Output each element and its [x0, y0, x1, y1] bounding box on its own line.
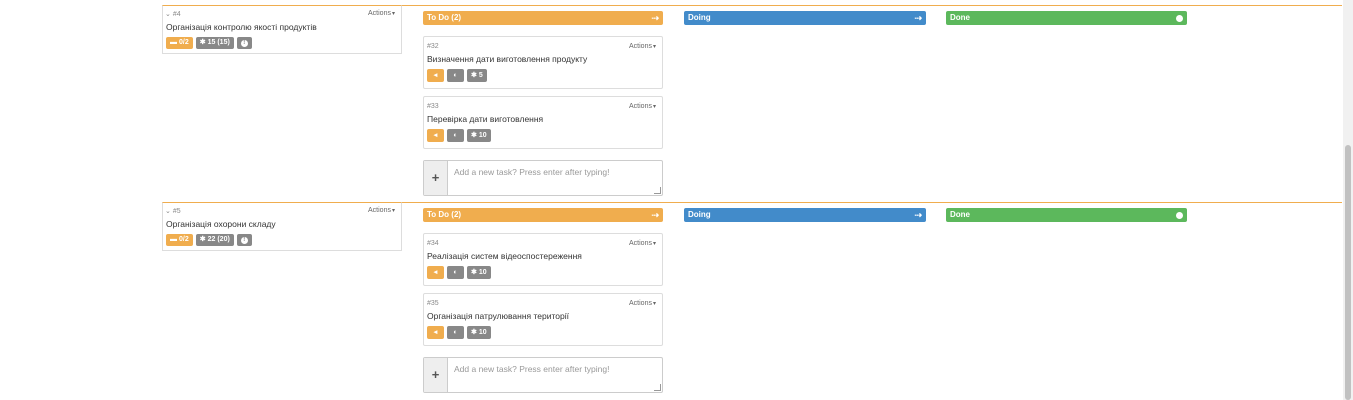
info-badge[interactable]: ! [236, 37, 252, 49]
caret-down-icon: ▾ [652, 241, 656, 247]
task-badges: ◂ ◐ ✱ 10 [427, 129, 491, 142]
task-actions-dropdown[interactable]: Actions▾ [629, 300, 656, 307]
half-circle-icon[interactable]: ◐ [447, 129, 464, 142]
task-card[interactable]: #35 Actions▾ Організація патрулювання те… [423, 293, 663, 346]
gear-icon: ✱ [471, 132, 477, 139]
task-actions-dropdown[interactable]: Actions▾ [629, 103, 656, 110]
arrow-left-icon[interactable]: ◂ [427, 129, 444, 142]
story-number: ⌄ #4 [165, 11, 181, 18]
task-badges: ◂ ◐ ✱ 10 [427, 266, 491, 279]
task-card[interactable]: #32 Actions▾ Визначення дати виготовленн… [423, 36, 663, 89]
column-header-done: Done [946, 11, 1187, 25]
half-circle-icon[interactable]: ◐ [447, 326, 464, 339]
caret-down-icon: ▾ [652, 301, 656, 307]
circle-icon[interactable] [1176, 212, 1183, 219]
arrow-left-icon[interactable]: ◂ [427, 266, 444, 279]
resize-handle[interactable] [654, 384, 661, 391]
task-title[interactable]: Перевірка дати виготовлення [427, 114, 543, 124]
story-actions-dropdown[interactable]: Actions▾ [368, 207, 395, 214]
gear-icon: ✱ [471, 269, 477, 276]
caret-down-icon: ▾ [652, 104, 656, 110]
story-title[interactable]: Організація контролю якості продуктів [166, 22, 317, 32]
gear-icon: ✱ [199, 236, 206, 243]
story-actions-dropdown[interactable]: Actions▾ [368, 10, 395, 17]
resize-handle[interactable] [654, 187, 661, 194]
gear-icon: ✱ [471, 72, 477, 79]
info-icon: ! [240, 236, 248, 244]
task-title[interactable]: Організація патрулювання території [427, 311, 569, 321]
scrollbar-thumb[interactable] [1345, 145, 1351, 400]
half-circle-icon[interactable]: ◐ [447, 69, 464, 82]
gear-icon: ✱ [471, 329, 477, 336]
column-header-todo: To Do (2) ⇢ [423, 11, 663, 25]
card-icon: ▬ [170, 39, 177, 46]
story-number: ⌄ #5 [165, 208, 181, 215]
task-number: #32 [427, 43, 439, 50]
arrow-right-icon[interactable]: ⇢ [914, 208, 922, 222]
plus-icon[interactable]: + [424, 358, 448, 392]
half-circle-icon[interactable]: ◐ [447, 266, 464, 279]
column-header-doing: Doing ⇢ [684, 11, 926, 25]
chevron-down-icon[interactable]: ⌄ [165, 208, 171, 215]
tasks-count-badge[interactable]: ▬ 0/2 [166, 37, 193, 49]
story-badges: ▬ 0/2 ✱ 15 (15) ! [166, 37, 252, 49]
arrow-right-icon[interactable]: ⇢ [651, 11, 659, 25]
info-icon: ! [240, 39, 248, 47]
points-badge[interactable]: ✱ 10 [467, 326, 491, 339]
arrow-left-icon[interactable]: ◂ [427, 69, 444, 82]
add-task-box: + Add a new task? Press enter after typi… [423, 160, 663, 196]
column-header-doing: Doing ⇢ [684, 208, 926, 222]
add-task-input[interactable]: Add a new task? Press enter after typing… [454, 364, 609, 374]
add-task-box: + Add a new task? Press enter after typi… [423, 357, 663, 393]
add-task-input[interactable]: Add a new task? Press enter after typing… [454, 167, 609, 177]
arrow-left-icon[interactable]: ◂ [427, 326, 444, 339]
chevron-down-icon[interactable]: ⌄ [165, 11, 171, 18]
points-badge[interactable]: ✱ 5 [467, 69, 487, 82]
points-badge[interactable]: ✱ 22 (20) [195, 234, 234, 246]
arrow-right-icon[interactable]: ⇢ [914, 11, 922, 25]
task-title[interactable]: Реалізація систем відеоспостереження [427, 251, 582, 261]
story-card[interactable]: ⌄ #5 Actions▾ Організація охорони складу … [162, 202, 402, 251]
task-card[interactable]: #34 Actions▾ Реалізація систем відеоспос… [423, 233, 663, 286]
task-actions-dropdown[interactable]: Actions▾ [629, 240, 656, 247]
circle-icon[interactable] [1176, 15, 1183, 22]
plus-icon[interactable]: + [424, 161, 448, 195]
tasks-count-badge[interactable]: ▬ 0/2 [166, 234, 193, 246]
story-badges: ▬ 0/2 ✱ 22 (20) ! [166, 234, 252, 246]
scrollbar[interactable] [1343, 0, 1353, 400]
caret-down-icon: ▾ [391, 208, 395, 214]
caret-down-icon: ▾ [391, 11, 395, 17]
story-row: ⌄ #5 Actions▾ Організація охорони складу … [162, 202, 1342, 399]
task-number: #34 [427, 240, 439, 247]
points-badge[interactable]: ✱ 15 (15) [195, 37, 234, 49]
gear-icon: ✱ [199, 39, 206, 46]
task-number: #35 [427, 300, 439, 307]
column-header-todo: To Do (2) ⇢ [423, 208, 663, 222]
column-header-done: Done [946, 208, 1187, 222]
story-card[interactable]: ⌄ #4 Actions▾ Організація контролю якості… [162, 5, 402, 54]
task-actions-dropdown[interactable]: Actions▾ [629, 43, 656, 50]
task-number: #33 [427, 103, 439, 110]
points-badge[interactable]: ✱ 10 [467, 266, 491, 279]
caret-down-icon: ▾ [652, 44, 656, 50]
task-badges: ◂ ◐ ✱ 5 [427, 69, 487, 82]
task-card[interactable]: #33 Actions▾ Перевірка дати виготовлення… [423, 96, 663, 149]
card-icon: ▬ [170, 236, 177, 243]
story-title[interactable]: Організація охорони складу [166, 219, 276, 229]
story-row: ⌄ #4 Actions▾ Організація контролю якості… [162, 5, 1342, 202]
arrow-right-icon[interactable]: ⇢ [651, 208, 659, 222]
task-title[interactable]: Визначення дати виготовлення продукту [427, 54, 587, 64]
task-badges: ◂ ◐ ✱ 10 [427, 326, 491, 339]
points-badge[interactable]: ✱ 10 [467, 129, 491, 142]
info-badge[interactable]: ! [236, 234, 252, 246]
